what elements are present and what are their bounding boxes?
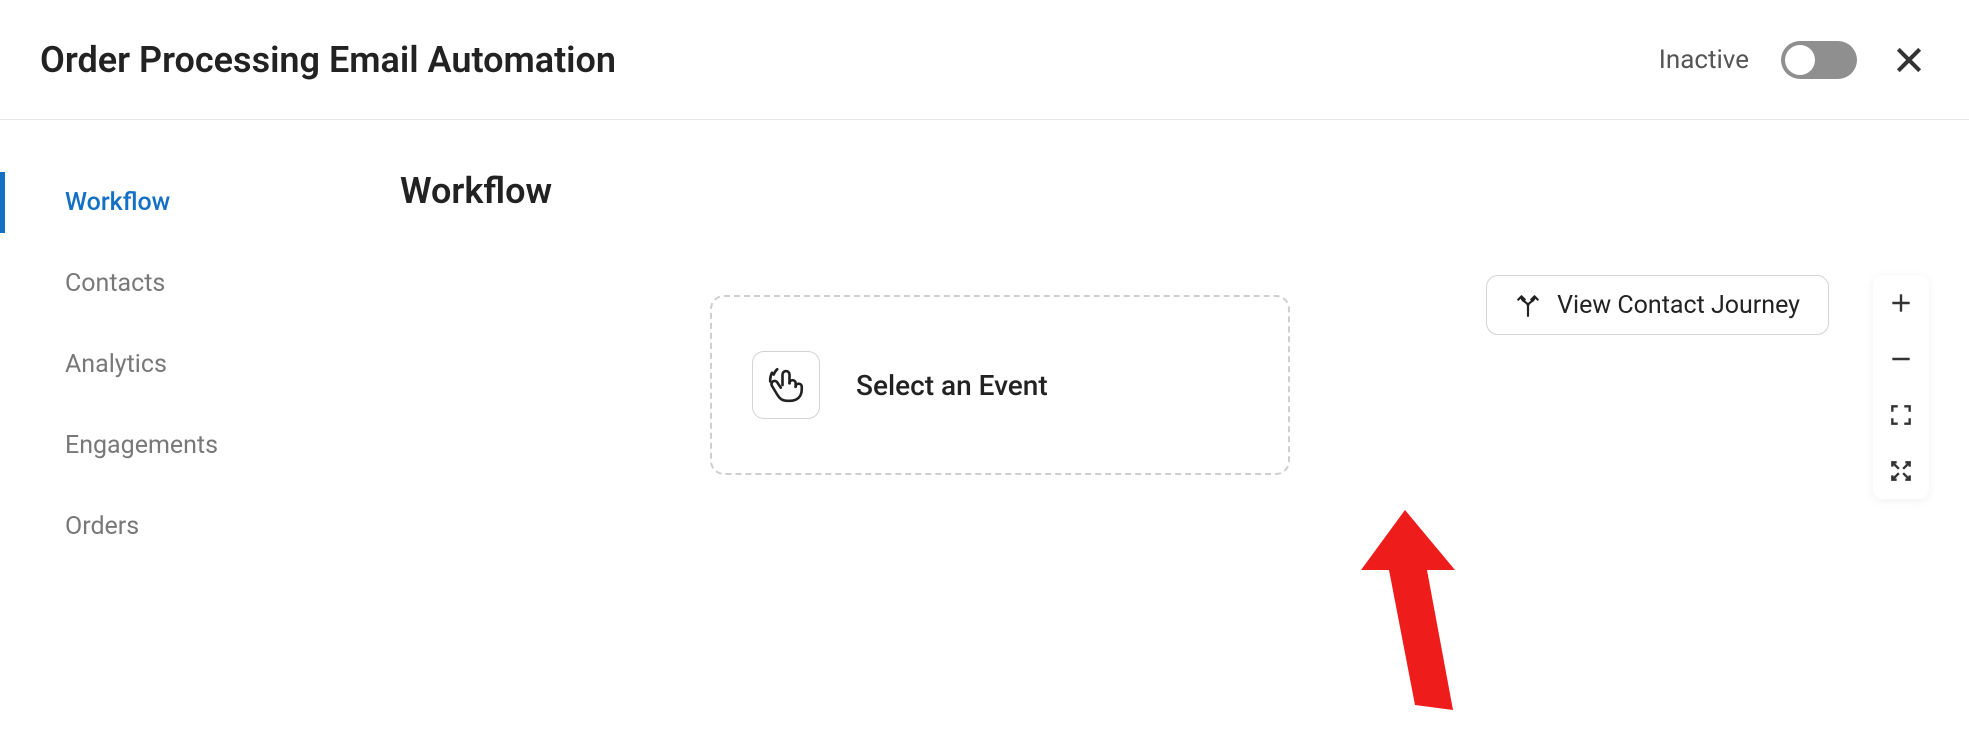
toggle-knob — [1785, 45, 1815, 75]
page-title: Order Processing Email Automation — [40, 39, 616, 81]
journey-button-label: View Contact Journey — [1557, 291, 1800, 320]
sidebar-item-engagements[interactable]: Engagements — [0, 415, 360, 476]
zoom-controls — [1873, 275, 1929, 499]
close-button[interactable] — [1889, 40, 1929, 80]
sidebar-item-orders[interactable]: Orders — [0, 496, 360, 557]
event-card-label: Select an Event — [856, 369, 1048, 402]
zoom-in-button[interactable] — [1873, 275, 1929, 331]
active-toggle[interactable] — [1781, 41, 1857, 79]
header-actions: Inactive — [1659, 40, 1929, 80]
body: Workflow Contacts Analytics Engagements … — [0, 120, 1969, 662]
view-contact-journey-button[interactable]: View Contact Journey — [1486, 275, 1829, 335]
status-label: Inactive — [1659, 45, 1749, 75]
red-arrow-icon — [1355, 510, 1475, 730]
sidebar-item-label: Contacts — [65, 269, 165, 298]
sidebar-item-analytics[interactable]: Analytics — [0, 334, 360, 395]
sidebar-item-label: Orders — [65, 512, 139, 541]
event-icon-box — [752, 351, 820, 419]
section-title: Workflow — [400, 170, 1929, 212]
header: Order Processing Email Automation Inacti… — [0, 0, 1969, 120]
sidebar-item-label: Workflow — [65, 188, 170, 217]
sidebar-item-contacts[interactable]: Contacts — [0, 253, 360, 314]
sidebar: Workflow Contacts Analytics Engagements … — [0, 120, 360, 662]
plus-icon — [1888, 290, 1914, 316]
zoom-out-button[interactable] — [1873, 331, 1929, 387]
expand-icon — [1888, 458, 1914, 484]
fork-arrow-icon — [1515, 292, 1541, 318]
fit-screen-icon — [1888, 402, 1914, 428]
sidebar-item-label: Analytics — [65, 350, 167, 379]
select-event-card[interactable]: Select an Event — [710, 295, 1290, 475]
tap-gesture-icon — [765, 364, 807, 406]
fullscreen-button[interactable] — [1873, 443, 1929, 499]
main-content: Workflow Select an Event — [360, 120, 1969, 662]
annotation-arrow — [1355, 510, 1475, 730]
minus-icon — [1888, 346, 1914, 372]
sidebar-item-label: Engagements — [65, 431, 218, 460]
sidebar-item-workflow[interactable]: Workflow — [0, 172, 360, 233]
fit-screen-button[interactable] — [1873, 387, 1929, 443]
close-icon — [1893, 44, 1925, 76]
